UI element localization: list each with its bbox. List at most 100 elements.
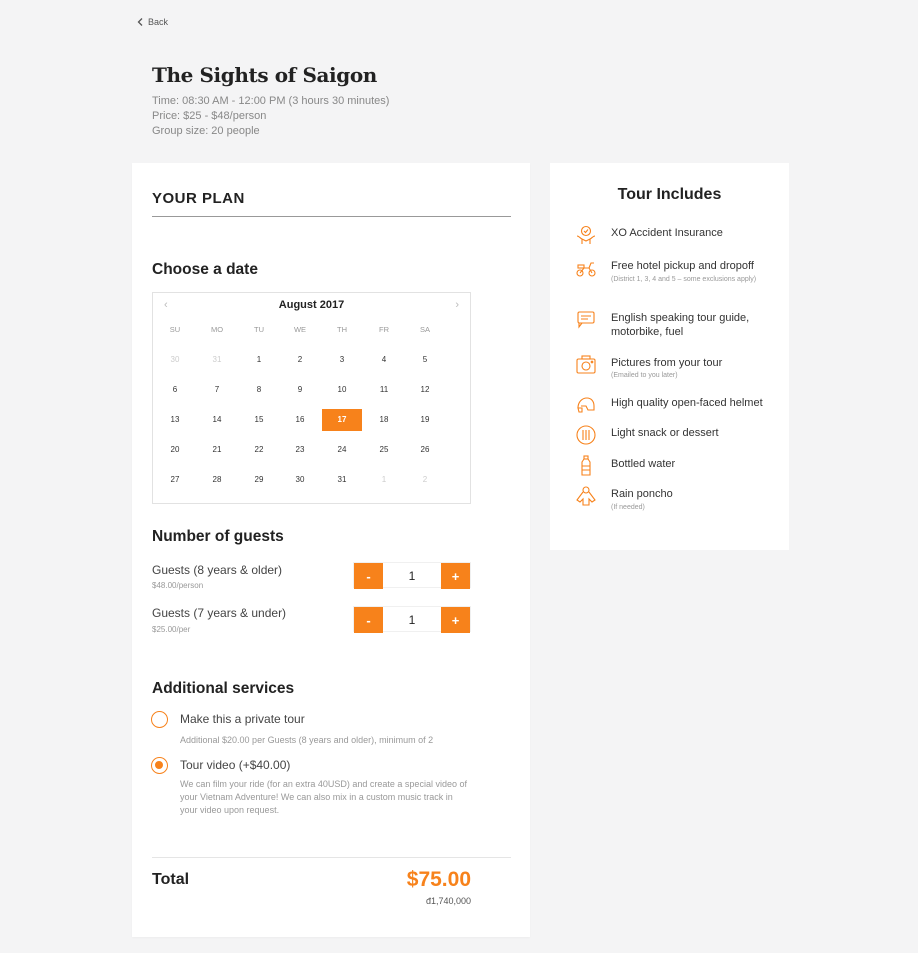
weekday-label: SA [419,325,430,334]
includes-card: Tour Includes XO Accident Insurance Free… [550,163,789,550]
tour-video-desc: We can film your ride (for an extra 40US… [180,779,467,815]
calendar-day[interactable]: 24 [322,439,362,461]
decrement-button[interactable]: - [354,563,383,589]
total-vnd: đ1,740,000 [425,896,471,906]
services-section-title: Additional services [152,680,295,697]
include-label: Pictures from your tour [611,357,723,369]
poncho-icon [576,486,596,506]
calendar-day: 30 [170,355,180,364]
include-sub: (Emailed to you later) [611,372,678,379]
private-tour-radio[interactable] [151,711,168,728]
calendar-day[interactable]: 28 [197,469,237,491]
include-label: Rain poncho [611,488,673,500]
tour-meta: Time: 08:30 AM - 12:00 PM (3 hours 30 mi… [152,94,389,139]
calendar-day[interactable]: 11 [364,379,404,401]
calendar-day[interactable]: 29 [239,469,279,491]
calendar-day[interactable]: 27 [155,469,195,491]
calendar-day[interactable]: 19 [405,409,445,431]
tour-price: Price: $25 - $48/person [152,110,267,122]
includes-title: Tour Includes [617,186,722,203]
guests-section-title: Number of guests [152,528,284,545]
calendar-day[interactable]: 1 [239,349,279,371]
plan-heading: YOUR PLAN [152,190,245,207]
plan-card: YOUR PLAN Choose a date ‹ August 2017 › … [132,163,530,937]
guest-adult-stepper: - 1 + [353,562,471,589]
increment-button[interactable]: + [441,607,470,633]
tour-video-label[interactable]: Tour video (+$40.00) [180,758,290,772]
guest-child-label: Guests (7 years & under) [152,606,287,620]
calendar-day[interactable]: 22 [239,439,279,461]
calendar-day[interactable]: 12 [405,379,445,401]
helmet-icon [577,397,595,413]
private-tour-label[interactable]: Make this a private tour [180,712,305,726]
calendar-day[interactable]: 6 [155,379,195,401]
weekday-label: MO [210,325,224,334]
calendar-day[interactable]: 31 [322,469,362,491]
calendar-day[interactable]: 16 [280,409,320,431]
camera-icon [576,355,596,374]
include-label: English speaking tour guide, motorbike, … [611,312,750,338]
calendar-next-icon[interactable]: › [455,299,459,311]
calendar-day[interactable]: 30 [280,469,320,491]
decrement-button[interactable]: - [354,607,383,633]
divider [152,857,511,858]
weekday-label: TH [337,325,347,334]
calendar-day: 1 [381,475,387,484]
calendar-day[interactable]: 14 [197,409,237,431]
calendar: ‹ August 2017 › SU MO TU WE TH FR SA 30 31 1 2 3 4 5 6… [152,292,471,504]
increment-button[interactable]: + [441,563,470,589]
guest-adult-price: $48.00/person [152,581,204,590]
total-label: Total [152,871,190,888]
guest-adult-label: Guests (8 years & older) [152,563,283,577]
include-label: XO Accident Insurance [611,227,723,239]
snack-icon [576,425,596,445]
calendar-day[interactable]: 20 [155,439,195,461]
tour-time: Time: 08:30 AM - 12:00 PM (3 hours 30 mi… [152,95,390,107]
speech-icon [577,311,595,329]
calendar-day[interactable]: 15 [239,409,279,431]
weekday-label: SU [169,325,181,334]
back-label: Back [148,17,169,27]
calendar-day[interactable]: 3 [322,349,362,371]
calendar-day[interactable]: 25 [364,439,404,461]
weekday-label: WE [293,325,307,334]
private-tour-desc: Additional $20.00 per Guests (8 years an… [180,735,434,745]
total-usd: $75.00 [406,868,471,891]
include-label: Light snack or dessert [611,427,719,439]
calendar-day: 2 [422,475,428,484]
back-link[interactable]: Back [137,17,168,27]
calendar-day[interactable]: 10 [322,379,362,401]
date-section-title: Choose a date [152,261,258,278]
calendar-day[interactable]: 13 [155,409,195,431]
bottle-icon [581,455,591,476]
guest-child-stepper: - 1 + [353,606,471,633]
include-label: High quality open-faced helmet [611,397,763,409]
include-sub: (If needed) [611,504,645,511]
calendar-day[interactable]: 7 [197,379,237,401]
calendar-day[interactable]: 4 [364,349,404,371]
chevron-left-icon [137,18,143,26]
include-sub: (District 1, 3, 4 and 5 – some exclusion… [611,276,757,283]
calendar-day[interactable]: 23 [280,439,320,461]
tour-video-radio[interactable] [151,757,168,774]
calendar-day[interactable]: 5 [405,349,445,371]
calendar-day: 31 [212,355,222,364]
guest-adult-count[interactable]: 1 [383,563,441,587]
calendar-day[interactable]: 26 [405,439,445,461]
include-label: Bottled water [611,458,676,470]
divider [152,216,511,217]
include-label: Free hotel pickup and dropoff [611,260,754,272]
scooter-icon [576,262,596,277]
weekday-label: FR [379,325,389,334]
guest-child-count[interactable]: 1 [383,607,441,631]
calendar-day[interactable]: 18 [364,409,404,431]
guest-child-price: $25.00/per [152,625,191,634]
calendar-month: August 2017 [278,299,345,311]
calendar-day[interactable]: 17 [322,409,362,431]
calendar-day[interactable]: 21 [197,439,237,461]
calendar-day[interactable]: 8 [239,379,279,401]
tour-group-size: Group size: 20 people [152,125,260,137]
calendar-day[interactable]: 9 [280,379,320,401]
calendar-day[interactable]: 2 [280,349,320,371]
insurance-icon [576,225,596,244]
